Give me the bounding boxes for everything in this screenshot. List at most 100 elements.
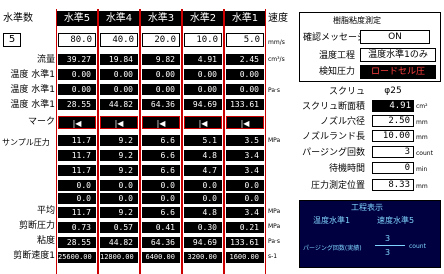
viscosity-label: 粘度 — [36, 236, 55, 246]
process-left-label: 温度水準1 — [313, 216, 351, 225]
detect-pressure-label: 検知圧力 — [319, 67, 356, 77]
viscosity-cell-1: 133.61 — [226, 237, 264, 248]
sample2-cell-2: 4.8 — [184, 150, 222, 161]
col-header-3[interactable]: 水準3 — [141, 11, 181, 26]
temp-label-2: 温度 水準1 — [10, 85, 55, 95]
shear-pressure-label: 剪断圧力 — [18, 221, 55, 231]
viscosity-cell-3: 64.36 — [142, 237, 180, 248]
temp1-cell-2: 0.00 — [184, 69, 222, 80]
purge-count-input[interactable]: 3 — [372, 146, 414, 158]
sample3-cell-3: 6.6 — [142, 165, 180, 176]
viscosity-cell-5: 28.55 — [58, 237, 96, 248]
shear-rate-cell-3: 6400.00 — [142, 252, 180, 263]
pressure-position-label: 圧力測定位置 — [310, 181, 365, 191]
avg-cell-4: 9.2 — [100, 207, 138, 218]
shear-rate-cell-5: 25600.00 — [58, 252, 96, 263]
sample-cell-4: 9.2 — [100, 135, 138, 146]
shear-rate-unit: s-1 — [268, 253, 278, 260]
marker-button-4[interactable]: |◀ — [100, 116, 138, 129]
col-header-1[interactable]: 水準1 — [225, 11, 265, 26]
viscosity-unit: Pa·s — [268, 238, 281, 245]
avg-label: 平均 — [36, 206, 55, 216]
sample3-cell-2: 4.7 — [184, 165, 222, 176]
temp-process-label: 温度工程 — [319, 51, 356, 61]
sample-cell-2: 5.1 — [184, 135, 222, 146]
temp-label-1: 温度 水準1 — [10, 70, 55, 80]
shear-pressure-cell-1: 0.21 — [226, 222, 264, 233]
marker-button-2[interactable]: |◀ — [184, 116, 222, 129]
area-value: 4.91 — [372, 100, 414, 112]
sample3-cell-5: 11.7 — [58, 165, 96, 176]
avg-cell-2: 4.8 — [184, 207, 222, 218]
sample3-cell-1: 3.4 — [226, 165, 264, 176]
flow-cell-5: 39.27 — [58, 54, 96, 65]
sample5-cell-3: 0.0 — [142, 193, 180, 204]
pressure-position-input[interactable]: 8.33 — [372, 179, 414, 191]
avg-unit: MPa — [268, 208, 281, 215]
speed-input-4[interactable]: 40.0 — [100, 33, 138, 47]
sample3-cell-4: 9.2 — [100, 165, 138, 176]
shear-pressure-unit: MPa — [268, 223, 281, 230]
measure-title: 樹脂粘度測定 — [333, 16, 381, 25]
water-count-input[interactable]: 5 — [3, 33, 21, 47]
process-title: 工程表示 — [351, 203, 383, 212]
speed-input-5[interactable]: 80.0 — [58, 33, 96, 47]
sample-cell-3: 6.6 — [142, 135, 180, 146]
sample4-cell-3: 0.0 — [142, 180, 180, 191]
temp3-cell-3: 64.36 — [142, 99, 180, 110]
flow-unit: cm³/s — [268, 56, 285, 63]
area-label: スクリュ断面積 — [301, 102, 365, 112]
speed-input-1[interactable]: 5.0 — [226, 33, 264, 47]
nozzle-land-unit: mm — [416, 134, 428, 141]
detect-pressure-select[interactable]: ロードセル圧 — [360, 65, 436, 79]
nozzle-diameter-input[interactable]: 2.50 — [372, 115, 414, 127]
marker-button-3[interactable]: |◀ — [142, 116, 180, 129]
flow-cell-2: 4.91 — [184, 54, 222, 65]
shear-pressure-cell-5: 0.73 — [58, 222, 96, 233]
shear-rate-cell-4: 12800.00 — [100, 252, 138, 263]
avg-cell-1: 3.4 — [226, 207, 264, 218]
area-unit: cm² — [416, 103, 428, 110]
pressure-position-unit: mm — [416, 183, 428, 190]
marker-button-1[interactable]: |◀ — [226, 116, 264, 129]
sample-pressure-label: サンプル圧力 — [2, 138, 50, 147]
speed-input-2[interactable]: 10.0 — [184, 33, 222, 47]
temp1-cell-3: 0.00 — [142, 69, 180, 80]
shear-rate-cell-1: 1600.00 — [226, 252, 264, 263]
shear-pressure-cell-4: 0.57 — [100, 222, 138, 233]
flow-label: 流量 — [36, 55, 55, 65]
sample-cell-5: 11.7 — [58, 135, 96, 146]
temp2-cell-3: 0.00 — [142, 84, 180, 95]
process-purge-actual: 3 — [385, 234, 391, 243]
col-header-5[interactable]: 水準5 — [57, 11, 97, 26]
sample4-cell-2: 0.0 — [184, 180, 222, 191]
temp3-cell-4: 44.82 — [100, 99, 138, 110]
temp1-cell-4: 0.00 — [100, 69, 138, 80]
temp2-cell-1: 0.00 — [226, 84, 264, 95]
marker-label: マーク — [27, 117, 55, 127]
sample2-cell-3: 6.6 — [142, 150, 180, 161]
sample5-cell-5: 0.0 — [58, 193, 96, 204]
flow-cell-4: 19.84 — [100, 54, 138, 65]
temp3-cell-5: 28.55 — [58, 99, 96, 110]
process-right-label: 速度水準5 — [377, 216, 415, 225]
shear-pressure-cell-3: 0.41 — [142, 222, 180, 233]
sample2-cell-5: 11.7 — [58, 150, 96, 161]
col-header-2[interactable]: 水準2 — [183, 11, 223, 26]
marker-button-5[interactable]: |◀ — [58, 116, 96, 129]
nozzle-diameter-label: ノズル穴径 — [319, 117, 365, 127]
sample5-cell-2: 0.0 — [184, 193, 222, 204]
sample4-cell-5: 0.0 — [58, 180, 96, 191]
wait-time-unit: min — [416, 166, 428, 173]
shear-pressure-cell-2: 0.30 — [184, 222, 222, 233]
nozzle-land-label: ノズルランド長 — [301, 132, 365, 142]
wait-time-label: 待機時間 — [328, 164, 365, 174]
nozzle-land-input[interactable]: 10.00 — [372, 130, 414, 142]
speed-input-3[interactable]: 20.0 — [142, 33, 180, 47]
process-purge-unit: count — [409, 243, 426, 250]
wait-time-input[interactable]: 0 — [372, 162, 414, 174]
confirm-toggle[interactable]: ON — [360, 30, 430, 44]
temp-process-select[interactable]: 温度水準1のみ — [360, 48, 436, 62]
sample2-cell-4: 9.2 — [100, 150, 138, 161]
col-header-4[interactable]: 水準4 — [99, 11, 139, 26]
